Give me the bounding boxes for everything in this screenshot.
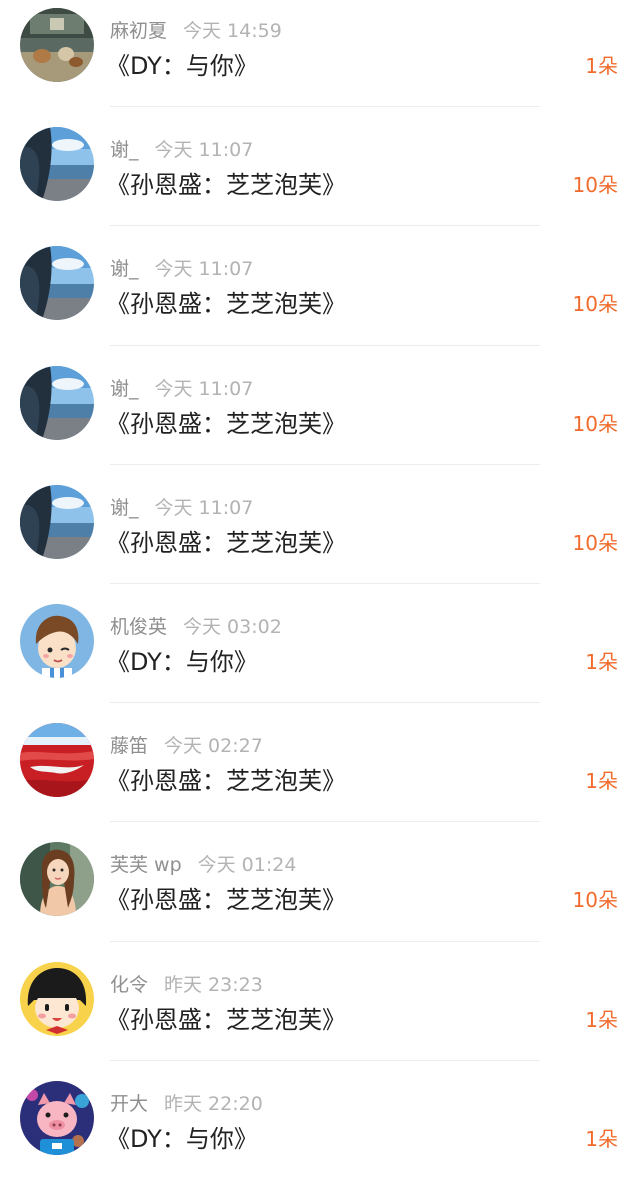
- flower-count: 1朵: [585, 649, 618, 674]
- user-name[interactable]: 化令: [110, 974, 148, 996]
- item-meta: 芙芙 wp 今天 01:24: [110, 850, 296, 877]
- song-title[interactable]: 《孙恩盛：芝芝泡芙》: [106, 165, 346, 200]
- seaside-photo-avatar[interactable]: [20, 127, 94, 202]
- item-meta: 化令 昨天 23:23: [110, 970, 263, 997]
- timestamp: 今天 11:07: [154, 139, 254, 162]
- user-name[interactable]: 开大: [110, 1093, 148, 1115]
- list-item[interactable]: 谢_ 今天 11:07 《孙恩盛：芝芝泡芙》 10朵: [0, 226, 640, 346]
- timestamp: 今天 01:24: [197, 854, 297, 877]
- seaside-photo-avatar[interactable]: [20, 246, 94, 321]
- timestamp: 今天 03:02: [183, 615, 282, 638]
- item-meta: 麻初夏 今天 14:59: [110, 16, 282, 43]
- list-item[interactable]: 谢_ 今天 11:07 《孙恩盛：芝芝泡芙》 10朵: [0, 465, 640, 585]
- user-name[interactable]: 芙芙 wp: [110, 854, 182, 876]
- song-title[interactable]: 《DY：与你》: [106, 1119, 258, 1154]
- list-item[interactable]: 开大 昨天 22:20 《DY：与你》 1朵: [0, 1061, 640, 1180]
- item-meta: 谢_ 今天 11:07: [110, 135, 253, 162]
- item-meta: 谢_ 今天 11:07: [110, 493, 253, 520]
- list-item[interactable]: 藤笛 今天 02:27 《孙恩盛：芝芝泡芙》 1朵: [0, 703, 640, 823]
- user-name[interactable]: 机俊英: [110, 616, 167, 638]
- seaside-photo-avatar[interactable]: [20, 365, 94, 440]
- timestamp: 今天 11:07: [154, 496, 254, 519]
- list-item[interactable]: 机俊英 今天 03:02 《DY：与你》 1朵: [0, 584, 640, 704]
- song-title[interactable]: 《DY：与你》: [106, 46, 258, 81]
- item-meta: 藤笛 今天 02:27: [110, 731, 263, 758]
- dogs-photo-avatar[interactable]: [20, 8, 94, 82]
- cartoon-pig-avatar[interactable]: [20, 1080, 94, 1155]
- song-title[interactable]: 《DY：与你》: [106, 642, 258, 677]
- timestamp: 昨天 22:20: [164, 1092, 263, 1115]
- cartoon-girl-avatar[interactable]: [20, 961, 94, 1036]
- user-name[interactable]: 藤笛: [110, 735, 148, 757]
- item-meta: 机俊英 今天 03:02: [110, 612, 282, 639]
- timestamp: 今天 11:07: [154, 377, 254, 400]
- timestamp: 昨天 23:23: [164, 973, 263, 996]
- list-item[interactable]: 麻初夏 今天 14:59 《DY：与你》 1朵: [0, 0, 640, 108]
- flower-count: 1朵: [585, 769, 618, 794]
- song-title[interactable]: 《孙恩盛：芝芝泡芙》: [106, 880, 346, 915]
- flower-count: 1朵: [585, 1126, 618, 1151]
- user-name[interactable]: 谢_: [110, 139, 139, 161]
- list-item[interactable]: 谢_ 今天 11:07 《孙恩盛：芝芝泡芙》 10朵: [0, 107, 640, 227]
- user-name[interactable]: 谢_: [110, 378, 139, 400]
- item-meta: 开大 昨天 22:20: [110, 1089, 263, 1116]
- list-item[interactable]: 芙芙 wp 今天 01:24 《孙恩盛：芝芝泡芙》 10朵: [0, 822, 640, 942]
- seaside-photo-avatar[interactable]: [20, 484, 94, 559]
- red-beach-avatar[interactable]: [20, 723, 94, 798]
- list-item[interactable]: 化令 昨天 23:23 《孙恩盛：芝芝泡芙》 1朵: [0, 942, 640, 1061]
- item-meta: 谢_ 今天 11:07: [110, 254, 253, 281]
- list-item[interactable]: 谢_ 今天 11:07 《孙恩盛：芝芝泡芙》 10朵: [0, 346, 640, 465]
- gift-record-list: 麻初夏 今天 14:59 《DY：与你》 1朵 谢_ 今天 11:07 《孙恩盛：芝…: [0, 0, 640, 1165]
- song-title[interactable]: 《孙恩盛：芝芝泡芙》: [106, 284, 346, 319]
- flower-count: 10朵: [572, 173, 618, 198]
- song-title[interactable]: 《孙恩盛：芝芝泡芙》: [106, 404, 346, 439]
- song-title[interactable]: 《孙恩盛：芝芝泡芙》: [106, 761, 346, 796]
- user-name[interactable]: 麻初夏: [110, 20, 167, 42]
- timestamp: 今天 14:59: [183, 20, 282, 42]
- flower-count: 10朵: [572, 888, 618, 913]
- flower-count: 10朵: [572, 411, 618, 436]
- girl-photo-avatar[interactable]: [20, 842, 94, 917]
- flower-count: 1朵: [585, 1007, 618, 1032]
- cartoon-boy-avatar[interactable]: [20, 603, 94, 678]
- user-name[interactable]: 谢_: [110, 258, 139, 280]
- user-name[interactable]: 谢_: [110, 497, 139, 519]
- flower-count: 1朵: [585, 54, 618, 78]
- timestamp: 今天 02:27: [164, 735, 263, 758]
- song-title[interactable]: 《孙恩盛：芝芝泡芙》: [106, 1000, 346, 1035]
- timestamp: 今天 11:07: [154, 258, 254, 281]
- item-meta: 谢_ 今天 11:07: [110, 374, 253, 401]
- song-title[interactable]: 《孙恩盛：芝芝泡芙》: [106, 523, 346, 558]
- flower-count: 10朵: [572, 530, 618, 555]
- flower-count: 10朵: [572, 292, 618, 317]
